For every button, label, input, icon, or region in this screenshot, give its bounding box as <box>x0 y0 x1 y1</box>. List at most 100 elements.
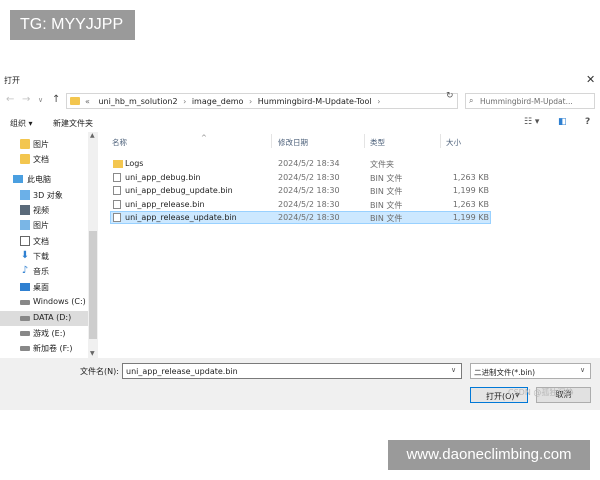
watermark-top: TG: MYYJJPP <box>10 10 135 40</box>
filename-label: 文件名(N): <box>80 367 119 376</box>
column-header-size[interactable]: 大小 <box>446 137 461 148</box>
recent-locations-chevron-icon[interactable]: ∨ <box>38 96 43 104</box>
column-header-modified[interactable]: 修改日期 <box>278 137 308 148</box>
sidebar-item-label: 此电脑 <box>27 175 51 184</box>
sidebar-item-drive-f[interactable]: 新加卷 (F:) <box>0 341 88 356</box>
column-divider[interactable] <box>271 134 272 148</box>
watermark-bottom: www.daoneclimbing.com <box>388 440 590 470</box>
file-icon <box>113 200 121 209</box>
file-list: 名称 ^ 修改日期 类型 大小 Logs 2024/5/2 18:34 文件夹 … <box>99 132 600 358</box>
file-modified: 2024/5/2 18:30 <box>278 200 340 209</box>
scrollbar-thumb[interactable] <box>89 231 97 339</box>
3d-objects-icon <box>20 190 30 200</box>
drive-icon <box>20 346 30 351</box>
file-name: uni_app_release.bin <box>125 200 205 209</box>
search-input[interactable]: ⌕ Hummingbird-M-Updat... <box>465 93 595 109</box>
sidebar-item-downloads[interactable]: ⬇ 下载 <box>0 249 88 264</box>
folder-icon <box>20 154 30 164</box>
back-arrow-icon[interactable]: ← <box>6 94 14 105</box>
title-bar: 打开 ✕ <box>0 68 600 90</box>
scroll-up-arrow-icon[interactable]: ▲ <box>90 132 95 139</box>
pc-icon <box>13 175 23 183</box>
dialog-footer: 文件名(N): uni_app_release_update.bin ∨ 二进制… <box>0 358 600 410</box>
open-file-dialog: 打开 ✕ ← → ∨ ↑ « uni_hb_m_solution2 › imag… <box>0 68 600 410</box>
list-item[interactable]: Logs 2024/5/2 18:34 文件夹 <box>110 157 491 170</box>
sidebar-item-3d-objects[interactable]: 3D 对象 <box>0 188 88 203</box>
up-folder-arrow-icon[interactable]: ↑ <box>52 94 60 105</box>
list-item[interactable]: uni_app_release.bin 2024/5/2 18:30 BIN 文… <box>110 198 491 211</box>
sidebar-item-label: DATA (D:) <box>33 313 72 322</box>
folder-icon <box>70 97 80 105</box>
search-placeholder: Hummingbird-M-Updat... <box>480 97 573 106</box>
forward-arrow-icon[interactable]: → <box>22 94 30 105</box>
breadcrumb-item-solution[interactable]: uni_hb_m_solution2 <box>98 97 177 106</box>
download-icon: ⬇ <box>20 250 30 261</box>
close-icon[interactable]: ✕ <box>586 73 595 86</box>
filename-history-chevron-icon[interactable]: ∨ <box>451 366 456 374</box>
sidebar-item-this-pc[interactable]: 此电脑 <box>0 172 88 187</box>
file-size: 1,263 KB <box>452 173 489 182</box>
sidebar-item-label: 图片 <box>33 140 49 149</box>
sidebar-item-documents[interactable]: 文档 <box>0 152 88 167</box>
sidebar-item-label: Windows (C:) <box>33 297 86 306</box>
file-icon <box>113 186 121 195</box>
file-name: uni_app_release_update.bin <box>125 213 237 222</box>
sidebar-item-documents-lib[interactable]: 文档 <box>0 234 88 249</box>
desktop-icon <box>20 283 30 291</box>
help-icon[interactable]: ? <box>585 117 590 127</box>
file-size: 1,199 KB <box>452 186 489 195</box>
folder-icon <box>20 139 30 149</box>
sidebar-item-label: 视频 <box>33 206 49 215</box>
preview-pane-icon[interactable]: ◧ <box>558 117 567 127</box>
sidebar-item-desktop[interactable]: 桌面 <box>0 280 88 295</box>
file-type-select[interactable]: 二进制文件(*.bin) <box>470 363 591 379</box>
sidebar-item-pictures-lib[interactable]: 图片 <box>0 218 88 233</box>
sidebar-item-pictures[interactable]: 图片 <box>0 137 88 152</box>
address-row: ← → ∨ ↑ « uni_hb_m_solution2 › image_dem… <box>0 90 600 112</box>
file-icon <box>113 213 121 222</box>
sidebar-scrollbar[interactable]: ▲ ▼ <box>88 132 98 358</box>
file-name: Logs <box>125 159 144 168</box>
column-header-type[interactable]: 类型 <box>370 137 385 148</box>
organize-button[interactable]: 组织 ▾ <box>10 118 33 129</box>
sidebar-item-drive-e[interactable]: 游戏 (E:) <box>0 326 88 341</box>
breadcrumb-separator[interactable]: › <box>249 97 252 106</box>
breadcrumb-separator[interactable]: › <box>183 97 186 106</box>
file-type-chevron-icon[interactable]: ∨ <box>580 366 585 374</box>
sidebar-item-music[interactable]: ♪ 音乐 <box>0 264 88 279</box>
column-header-name[interactable]: 名称 ^ <box>112 134 207 148</box>
drive-icon <box>20 316 30 321</box>
sidebar-item-label: 新加卷 (F:) <box>33 344 73 353</box>
sidebar-item-label: 3D 对象 <box>33 191 63 200</box>
address-bar[interactable]: « uni_hb_m_solution2 › image_demo › Humm… <box>66 93 506 109</box>
file-type: BIN 文件 <box>370 201 403 210</box>
file-icon <box>113 173 121 182</box>
refresh-icon[interactable]: ↻ <box>446 91 454 101</box>
list-item[interactable]: uni_app_debug_update.bin 2024/5/2 18:30 … <box>110 184 491 197</box>
view-options-icon[interactable]: ☷ ▾ <box>524 117 539 127</box>
file-modified: 2024/5/2 18:30 <box>278 186 340 195</box>
list-item-selected[interactable]: uni_app_release_update.bin 2024/5/2 18:3… <box>110 211 491 224</box>
sidebar-item-drive-c[interactable]: Windows (C:) <box>0 295 88 310</box>
file-name: uni_app_debug.bin <box>125 173 201 182</box>
drive-icon <box>20 331 30 336</box>
new-folder-button[interactable]: 新建文件夹 <box>53 118 93 129</box>
breadcrumb-item-update-tool[interactable]: Hummingbird-M-Update-Tool <box>258 97 372 106</box>
sidebar-item-drive-d[interactable]: DATA (D:) <box>0 311 88 326</box>
file-type: BIN 文件 <box>370 174 403 183</box>
sidebar-item-label: 音乐 <box>33 267 49 276</box>
list-item[interactable]: uni_app_debug.bin 2024/5/2 18:30 BIN 文件 … <box>110 171 491 184</box>
breadcrumb-overflow-icon[interactable]: « <box>85 97 90 106</box>
folder-icon <box>113 160 123 168</box>
filename-input[interactable]: uni_app_release_update.bin <box>122 363 462 379</box>
breadcrumb: « uni_hb_m_solution2 › image_demo › Humm… <box>85 97 383 106</box>
breadcrumb-item-image-demo[interactable]: image_demo <box>192 97 244 106</box>
breadcrumb-separator[interactable]: › <box>377 97 380 106</box>
csdn-watermark: CSDN @孤独沉静 <box>508 388 574 397</box>
file-modified: 2024/5/2 18:30 <box>278 173 340 182</box>
scroll-down-arrow-icon[interactable]: ▼ <box>90 350 95 357</box>
column-divider[interactable] <box>364 134 365 148</box>
sidebar-item-videos[interactable]: 视频 <box>0 203 88 218</box>
file-type: BIN 文件 <box>370 214 403 223</box>
column-divider[interactable] <box>440 134 441 148</box>
